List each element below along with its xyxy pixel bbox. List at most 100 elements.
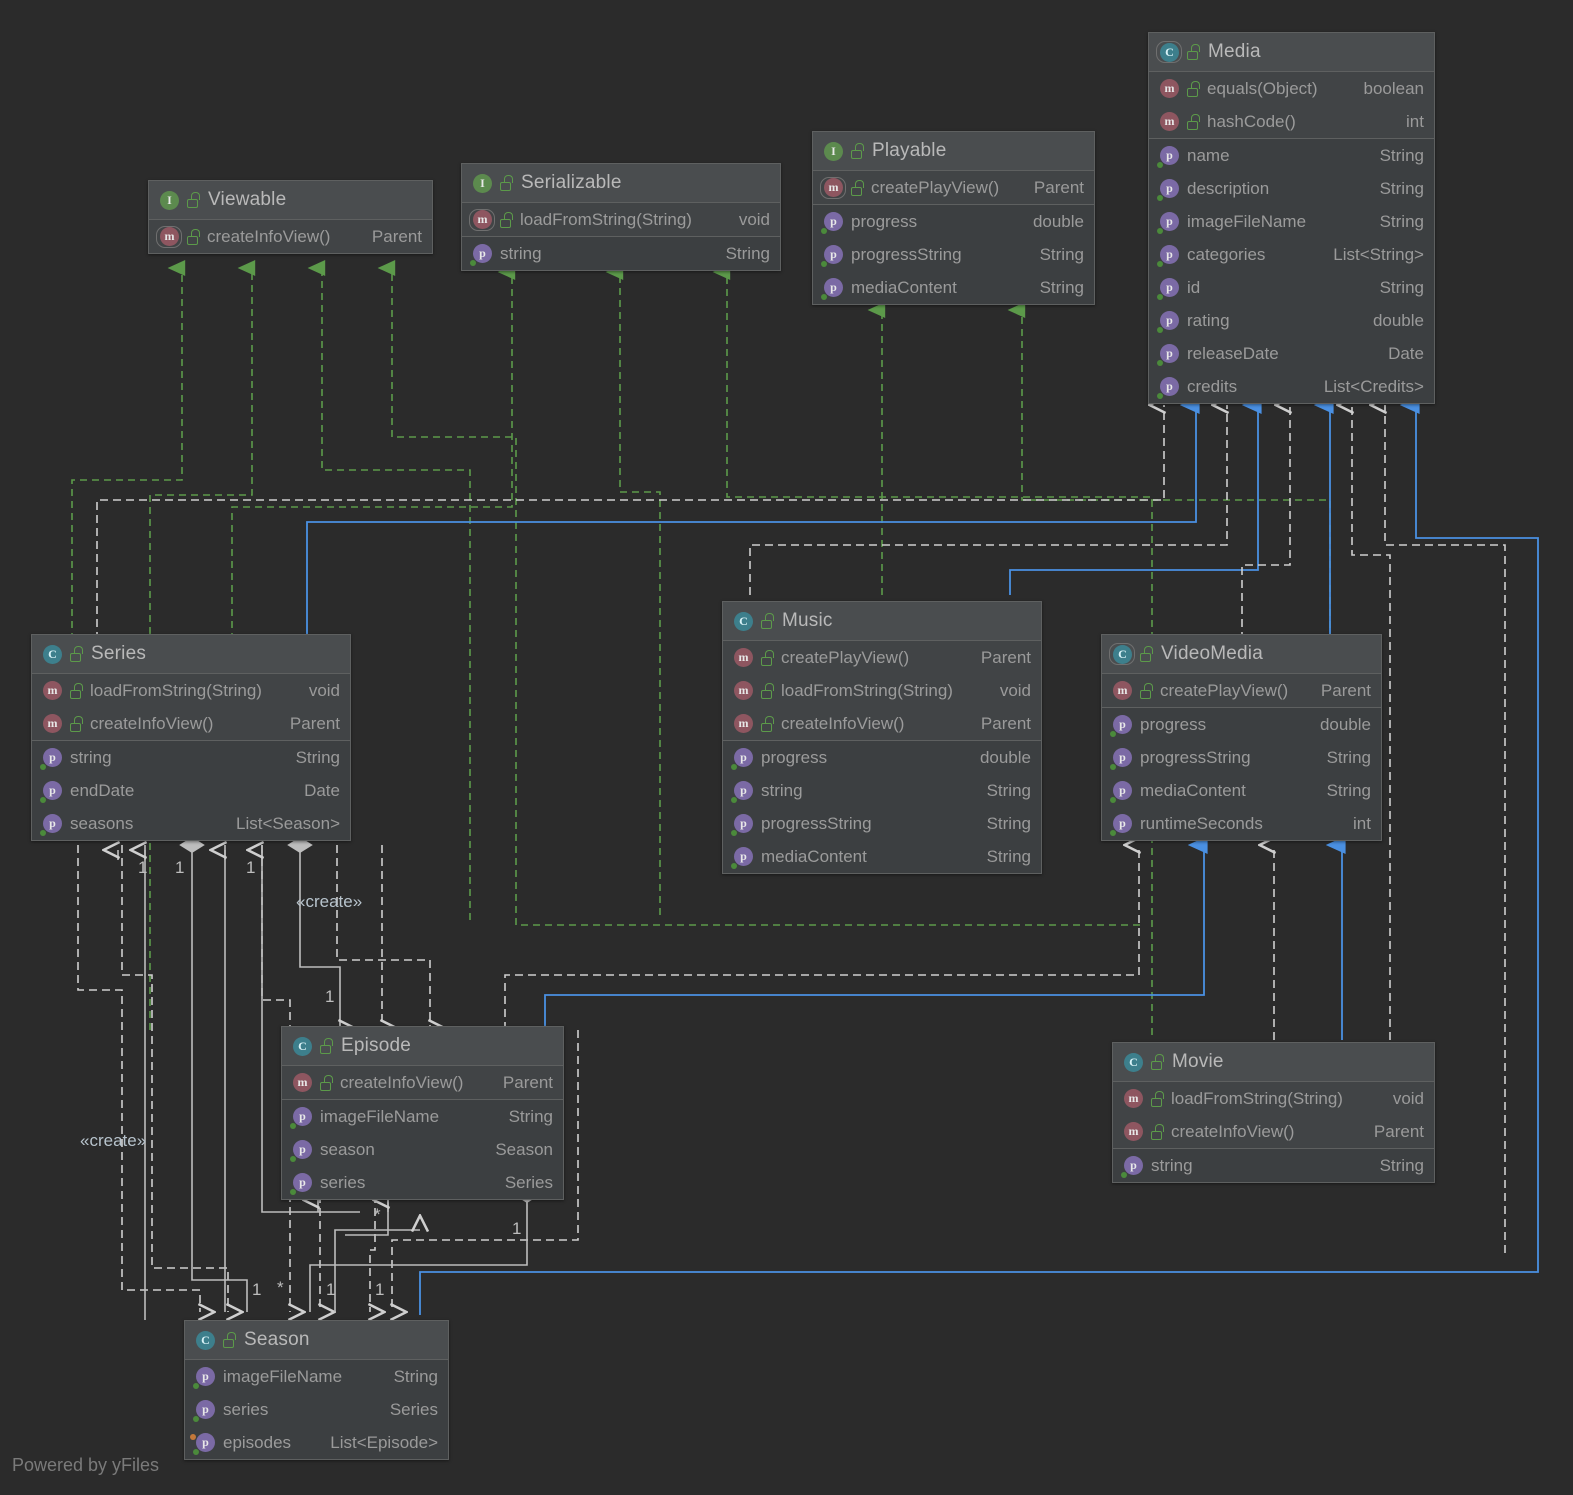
member-row: p progress double: [723, 741, 1041, 774]
class-node-videomedia[interactable]: C VideoMedia m createPlayView() Parent p…: [1101, 634, 1382, 841]
methods-section: m createPlayView() Parent m loadFromStri…: [723, 641, 1041, 741]
method-icon: m: [469, 208, 495, 231]
property-icon: p: [821, 277, 844, 300]
class-name: Series: [91, 643, 147, 664]
unlock-icon: [69, 715, 83, 732]
methods-section: m loadFromString(String) void m createIn…: [1113, 1082, 1434, 1149]
property-icon: p: [1110, 813, 1133, 836]
interface-icon: I: [472, 173, 493, 194]
unlock-icon: [319, 1074, 333, 1091]
unlock-icon: [1150, 1090, 1164, 1107]
member-type: List<Season>: [236, 813, 340, 833]
class-node-media[interactable]: C Media m equals(Object) boolean m hashC…: [1148, 32, 1435, 404]
property-icon: p: [40, 780, 63, 803]
member-type: Parent: [980, 647, 1031, 667]
member-row: p imageFileName String: [185, 1360, 448, 1393]
edge-label-create-episode: «create»: [296, 892, 363, 911]
member-type: double: [979, 747, 1031, 767]
property-icon: p: [821, 211, 844, 234]
member-name: categories: [1187, 244, 1266, 264]
class-icon: C: [292, 1036, 313, 1057]
unlock-icon: [186, 192, 200, 208]
fields-section: p progress double p progressString Strin…: [1102, 708, 1381, 840]
member-type: String: [1379, 277, 1424, 297]
member-name: string: [500, 243, 542, 263]
member-name: loadFromString(String): [520, 209, 692, 229]
unlock-icon: [760, 649, 774, 666]
class-node-music[interactable]: C Music m createPlayView() Parent m load…: [722, 601, 1042, 874]
member-name: description: [1187, 178, 1270, 198]
member-type: void: [308, 680, 340, 700]
class-node-viewable[interactable]: I Viewable m createInfoView() Parent: [148, 180, 433, 254]
property-icon: p: [40, 813, 63, 836]
member-type: Season: [495, 1139, 553, 1159]
member-row: m createInfoView() Parent: [282, 1066, 563, 1099]
member-name: loadFromString(String): [90, 680, 262, 700]
unlock-icon: [319, 1038, 333, 1054]
member-row: p name String: [1149, 139, 1434, 172]
class-node-series[interactable]: C Series m loadFromString(String) void m…: [31, 634, 351, 841]
class-node-playable[interactable]: I Playable m createPlayView() Parent p p…: [812, 131, 1095, 305]
member-type: String: [1379, 211, 1424, 231]
member-name: progressString: [851, 244, 962, 264]
property-icon: p: [1157, 343, 1180, 366]
member-row: p credits List<Credits>: [1149, 370, 1434, 403]
member-type: Parent: [1320, 680, 1371, 700]
member-name: createPlayView(): [781, 647, 910, 667]
edge-label-create-season: «create»: [80, 1131, 147, 1150]
property-icon: p: [731, 813, 754, 836]
member-row: m loadFromString(String) void: [32, 674, 350, 707]
fields-section: p imageFileName String p season Season p…: [282, 1100, 563, 1199]
property-icon: p: [290, 1106, 313, 1129]
class-name: VideoMedia: [1161, 643, 1264, 664]
property-icon: p: [290, 1139, 313, 1162]
unlock-icon: [760, 613, 774, 629]
unlock-icon: [1139, 682, 1153, 699]
class-icon: C: [42, 644, 63, 665]
member-row: p endDate Date: [32, 774, 350, 807]
member-type: boolean: [1363, 78, 1424, 98]
member-name: credits: [1187, 376, 1238, 396]
fields-section: p progress double p string String p prog…: [723, 741, 1041, 873]
fields-section: p imageFileName String p series Series p…: [185, 1360, 448, 1459]
member-type: String: [986, 846, 1031, 866]
member-name: progress: [761, 747, 828, 767]
property-icon: p: [1110, 780, 1133, 803]
unlock-icon: [499, 211, 513, 228]
property-icon: p: [193, 1366, 216, 1389]
property-icon: p: [1157, 145, 1180, 168]
member-type: String: [1379, 1155, 1424, 1175]
member-row: p string String: [723, 774, 1041, 807]
class-node-season[interactable]: C Season p imageFileName String p series…: [184, 1320, 449, 1460]
member-type: Parent: [502, 1072, 553, 1092]
fields-section: p string String: [462, 237, 780, 270]
member-name: progressString: [1140, 747, 1251, 767]
method-icon: m: [1112, 680, 1133, 701]
member-type: void: [738, 209, 770, 229]
member-name: createPlayView(): [1160, 680, 1289, 700]
member-type: String: [986, 813, 1031, 833]
member-name: mediaContent: [1140, 780, 1246, 800]
edge-label-multiplicity: 1: [246, 858, 256, 877]
methods-section: m loadFromString(String) void m createIn…: [32, 674, 350, 741]
member-type: double: [1032, 211, 1084, 231]
member-type: void: [1392, 1088, 1424, 1108]
member-row: m loadFromString(String) void: [1113, 1082, 1434, 1115]
member-row: m createPlayView() Parent: [723, 641, 1041, 674]
class-name: Music: [782, 610, 833, 631]
class-node-episode[interactable]: C Episode m createInfoView() Parent p im…: [281, 1026, 564, 1200]
property-icon: p: [193, 1399, 216, 1422]
member-type: String: [508, 1106, 553, 1126]
member-type: List<Credits>: [1323, 376, 1424, 396]
member-name: releaseDate: [1187, 343, 1279, 363]
member-type: String: [1039, 277, 1084, 297]
class-node-serializable[interactable]: I Serializable m loadFromString(String) …: [461, 163, 781, 271]
member-row: p progressString String: [813, 238, 1094, 271]
class-name: Serializable: [521, 172, 622, 193]
property-icon: p: [1157, 277, 1180, 300]
member-row: p mediaContent String: [1102, 774, 1381, 807]
edge-label-multiplicity: 1: [138, 858, 148, 877]
member-type: List<String>: [1333, 244, 1424, 264]
class-node-movie[interactable]: C Movie m loadFromString(String) void m …: [1112, 1042, 1435, 1183]
member-row: m createInfoView() Parent: [32, 707, 350, 740]
